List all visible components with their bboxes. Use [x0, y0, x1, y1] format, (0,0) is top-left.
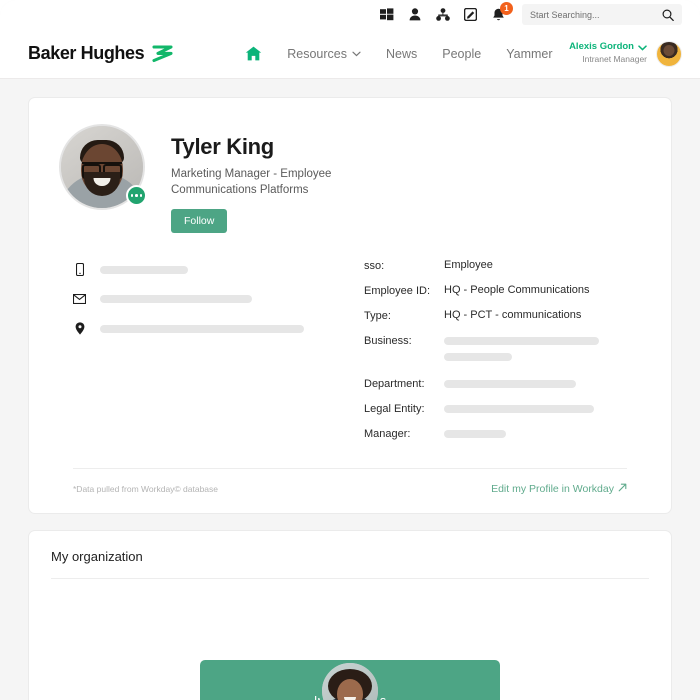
contact-column [73, 259, 358, 452]
location-pin-icon [73, 322, 86, 335]
field-label: Manager: [364, 428, 411, 441]
browser-window: 1 Baker Hughes Resources [0, 0, 700, 700]
current-user-name: Alexis Gordon [569, 41, 634, 53]
nav-item-resources-label: Resources [287, 46, 347, 61]
nav-item-people[interactable]: People [442, 47, 481, 61]
current-user-info: Alexis Gordon Intranet Manager [569, 41, 647, 65]
nav-item-resources[interactable]: Resources [287, 47, 361, 61]
nav-item-yammer-label: Yammer [506, 46, 553, 61]
utility-icon-group: 1 [379, 2, 513, 22]
avatar[interactable] [656, 40, 682, 67]
data-source-note: *Data pulled from Workday© database [73, 484, 219, 495]
profile-card: Tyler King Marketing Manager - Employee … [28, 97, 672, 515]
search-input[interactable] [530, 9, 650, 20]
bell-icon[interactable]: 1 [491, 2, 513, 22]
profile-job-title: Marketing Manager - Employee Communicati… [171, 168, 332, 196]
edit-profile-link[interactable]: Edit my Profile in Workday [491, 483, 627, 495]
org-node[interactable]: Imani Adams IT Director [200, 660, 500, 700]
field-row: Business: [364, 334, 641, 362]
field-value: Employee [444, 259, 493, 272]
nav-links: Resources News People Yammer [245, 46, 553, 61]
follow-button[interactable]: Follow [171, 209, 228, 234]
nav-item-yammer[interactable]: Yammer [506, 47, 552, 61]
search-box[interactable] [522, 4, 682, 25]
redacted-value [100, 265, 188, 274]
brand-logo[interactable]: Baker Hughes [28, 43, 175, 64]
redacted-value [100, 295, 252, 304]
section-title: My organization [51, 547, 649, 580]
field-value: HQ - People Communications [444, 284, 590, 297]
field-row: Type: HQ - PCT - communications [364, 309, 641, 322]
nav-item-news[interactable]: News [386, 47, 417, 61]
contact-row-location [73, 322, 358, 335]
profile-identity: Tyler King Marketing Manager - Employee … [171, 124, 386, 234]
workday-fields: sso: Employee Employee ID: HQ - People C… [358, 259, 641, 452]
notification-badge: 1 [500, 2, 513, 15]
field-row: Department: [364, 377, 641, 390]
field-row: Manager: [364, 427, 641, 440]
chevron-down-icon [352, 51, 361, 57]
compose-icon[interactable] [463, 7, 478, 22]
brand-name: Baker Hughes [28, 43, 145, 63]
profile-avatar-wrap [59, 124, 147, 210]
page-title: Tyler King [171, 134, 274, 159]
field-row: Legal Entity: [364, 402, 641, 415]
nav-item-news-label: News [386, 46, 418, 61]
field-label: sso: [364, 260, 385, 273]
org-chart: Imani Adams IT Director [51, 579, 649, 700]
field-label: Type: [364, 310, 391, 323]
my-organization-card: My organization Imani Adams IT Director [28, 530, 672, 700]
redacted-value [444, 402, 594, 414]
home-icon[interactable] [245, 46, 262, 61]
current-user-role: Intranet Manager [582, 54, 647, 65]
chevron-down-icon[interactable] [638, 45, 647, 51]
redacted-value [444, 427, 506, 439]
field-label: Employee ID: [364, 285, 431, 298]
field-value: HQ - PCT - communications [444, 309, 582, 322]
profile-details: sso: Employee Employee ID: HQ - People C… [59, 259, 641, 452]
search-icon[interactable] [662, 8, 674, 21]
email-icon [73, 294, 86, 305]
page-content: Tyler King Marketing Manager - Employee … [0, 79, 700, 700]
field-row: Employee ID: HQ - People Communications [364, 284, 641, 297]
person-icon[interactable] [407, 7, 422, 22]
current-user-name-row: Alexis Gordon [569, 41, 647, 54]
status-badge[interactable] [126, 185, 147, 206]
baker-hughes-mark-icon [151, 44, 175, 64]
field-label: Business: [364, 335, 412, 348]
field-label: Department: [364, 378, 425, 391]
contact-row-email [73, 294, 358, 305]
contact-row-phone [73, 263, 358, 277]
redacted-value [444, 377, 576, 389]
edit-profile-link-label: Edit my Profile in Workday [491, 483, 614, 496]
profile-header: Tyler King Marketing Manager - Employee … [59, 124, 641, 234]
external-link-arrow-icon [618, 483, 627, 495]
org-chart-icon[interactable] [435, 7, 450, 22]
redacted-value [444, 334, 599, 362]
profile-card-footer: *Data pulled from Workday© database Edit… [59, 469, 641, 499]
nav-item-people-label: People [442, 46, 482, 61]
field-row: sso: Employee [364, 259, 641, 272]
utility-bar: 1 [0, 0, 700, 29]
field-label: Legal Entity: [364, 403, 425, 416]
current-user-menu[interactable]: Alexis Gordon Intranet Manager [569, 40, 682, 67]
main-navigation: Baker Hughes Resources News People Yamme… [0, 29, 700, 79]
phone-icon [73, 263, 86, 277]
apps-grid-icon[interactable] [379, 7, 394, 22]
avatar[interactable] [319, 660, 381, 700]
redacted-value [100, 324, 304, 333]
